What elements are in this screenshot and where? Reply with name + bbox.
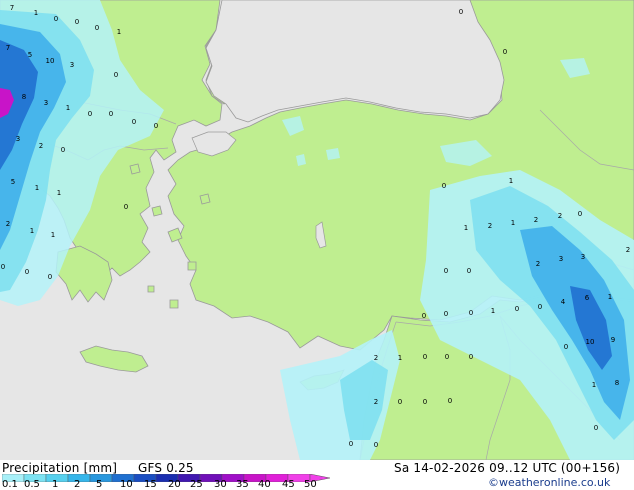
- colorbar-tick: 15: [144, 479, 157, 490]
- precip-value-label: 0: [75, 18, 79, 26]
- colorbar-tick: 40: [258, 479, 271, 490]
- precip-value-label: 8: [615, 379, 619, 387]
- precip-value-label: 0: [1, 263, 5, 271]
- precip-value-label: 1: [117, 28, 121, 36]
- precip-value-label: 0: [423, 398, 427, 406]
- colorbar-tick: 50: [304, 479, 317, 490]
- precip-value-label: 3: [581, 253, 585, 261]
- precip-value-label: 10: [46, 57, 55, 65]
- precip-value-label: 1: [34, 9, 38, 17]
- precip-value-label: 1: [35, 184, 39, 192]
- precip-value-label: 0: [25, 268, 29, 276]
- precip-value-label: 0: [349, 440, 353, 448]
- precip-value-label: 0: [538, 303, 542, 311]
- precip-value-label: 9: [611, 336, 615, 344]
- precip-value-label: 6: [585, 294, 590, 302]
- precip-value-label: 0: [503, 48, 507, 56]
- precip-value-label: 3: [559, 255, 563, 263]
- precip-value-label: 2: [534, 216, 538, 224]
- precip-value-label: 2: [488, 222, 492, 230]
- colorbar-tick: 20: [168, 479, 181, 490]
- precip-value-label: 4: [561, 298, 566, 306]
- precip-value-label: 0: [109, 110, 113, 118]
- colorbar-tick: 0.1: [2, 479, 18, 490]
- precip-value-label: 0: [459, 8, 463, 16]
- precip-value-label: 0: [422, 312, 426, 320]
- precip-value-label: 0: [124, 203, 128, 211]
- precip-value-label: 0: [578, 210, 582, 218]
- colorbar-tick: 10: [120, 479, 133, 490]
- precip-value-label: 1: [491, 307, 495, 315]
- colorbar-tick: 0.5: [24, 479, 40, 490]
- precip-value-label: 0: [114, 71, 118, 79]
- precip-value-label: 2: [374, 398, 378, 406]
- precip-value-label: 0: [564, 343, 568, 351]
- precip-value-label: 0: [374, 441, 378, 449]
- precip-value-label: 8: [22, 93, 26, 101]
- precip-value-label: 10: [586, 338, 595, 346]
- precip-value-label: 0: [442, 182, 446, 190]
- precip-value-label: 1: [608, 293, 612, 301]
- precip-value-label: 1: [57, 189, 61, 197]
- colorbar-tick: 45: [282, 479, 295, 490]
- precip-value-label: 1: [398, 354, 402, 362]
- precip-value-label: 5: [11, 178, 15, 186]
- precip-value-label: 3: [70, 61, 74, 69]
- precip-value-label: 0: [48, 273, 52, 281]
- credit-link[interactable]: ©weatheronline.co.uk: [488, 476, 610, 489]
- precip-value-label: 0: [423, 353, 427, 361]
- precip-value-label: 7: [10, 4, 14, 12]
- precip-value-label: 0: [154, 122, 158, 130]
- precip-value-label: 0: [95, 24, 99, 32]
- precip-value-label: 2: [39, 142, 43, 150]
- precip-value-label: 1: [464, 224, 468, 232]
- colorbar-tick: 30: [214, 479, 227, 490]
- model-label: GFS 0.25: [138, 461, 194, 475]
- colorbar-tick: 25: [190, 479, 203, 490]
- colorbar-tick: 35: [236, 479, 249, 490]
- colorbar-tick: 2: [74, 479, 81, 490]
- precip-value-label: 0: [444, 267, 448, 275]
- precip-value-label: 0: [132, 118, 136, 126]
- precip-value-label: 2: [558, 212, 562, 220]
- precip-value-label: 3: [16, 135, 20, 143]
- precip-value-label: 1: [51, 231, 55, 239]
- precip-value-label: 1: [30, 227, 34, 235]
- credit-text: ©weatheronline.co.uk: [488, 476, 611, 489]
- precip-value-label: 7: [6, 44, 10, 52]
- precip-value-label: 0: [448, 397, 452, 405]
- precip-value-label: 1: [511, 219, 515, 227]
- precip-value-label: 0: [515, 305, 519, 313]
- precip-value-label: 3: [44, 99, 48, 107]
- precip-value-label: 0: [594, 424, 598, 432]
- precip-value-label: 2: [374, 354, 378, 362]
- precip-value-label: 2: [626, 246, 630, 254]
- colorbar-tick: 5: [96, 479, 103, 490]
- precip-value-label: 0: [469, 353, 473, 361]
- precip-value-label: 2: [6, 220, 10, 228]
- precip-value-label: 0: [445, 353, 449, 361]
- precip-value-label: 0: [54, 15, 58, 23]
- precip-value-label: 1: [592, 381, 596, 389]
- precip-value-label: 0: [88, 110, 92, 118]
- precip-value-label: 0: [61, 146, 65, 154]
- precip-value-label: 5: [28, 51, 32, 59]
- variable-label: Precipitation [mm]: [2, 461, 118, 475]
- precip-value-label: 0: [467, 267, 471, 275]
- valid-time-label: Sa 14-02-2026 09..12 UTC (00+156): [394, 461, 621, 475]
- colorbar-tick: 1: [52, 479, 59, 490]
- precip-value-label: 2: [536, 260, 540, 268]
- precip-value-label: 0: [444, 310, 448, 318]
- precip-value-label: 0: [398, 398, 402, 406]
- precip-value-label: 1: [509, 177, 513, 185]
- precip-value-label: 0: [469, 309, 473, 317]
- precip-value-label: 1: [66, 104, 70, 112]
- precipitation-map[interactable]: 710 00 17510 308310 00 032 0511021 100000011 2 1 2…: [0, 0, 634, 460]
